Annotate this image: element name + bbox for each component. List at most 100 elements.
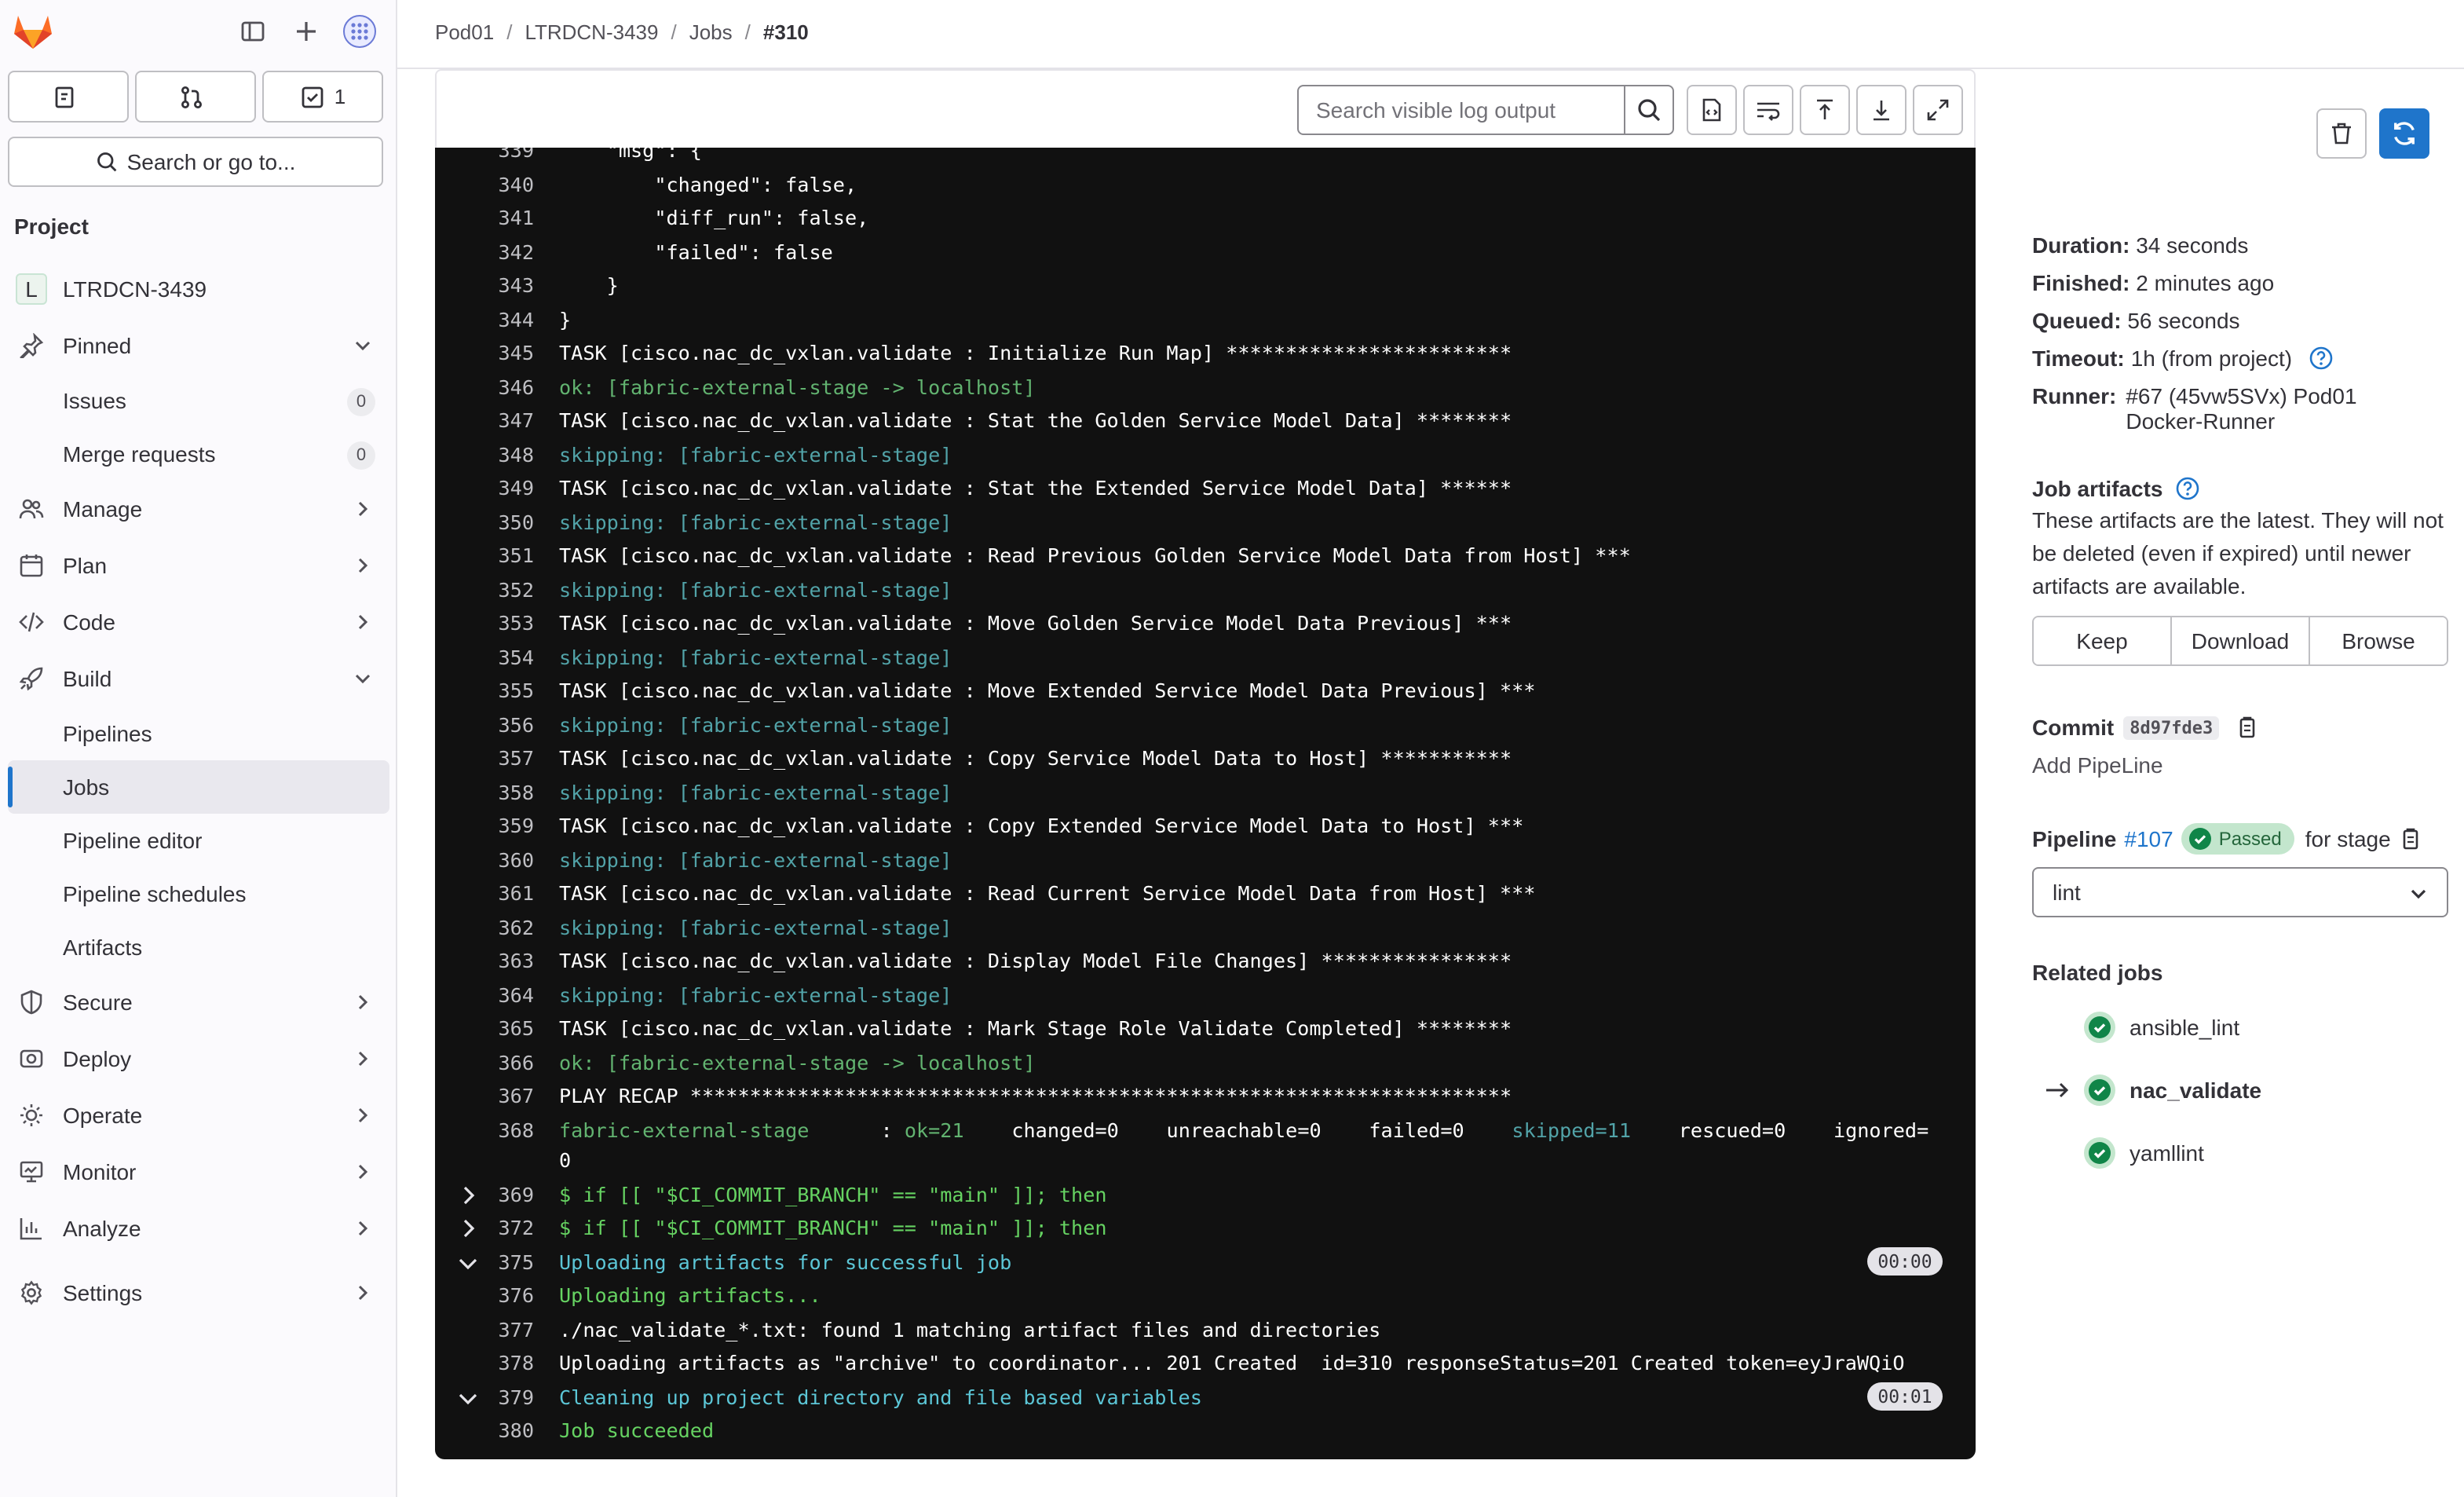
- sidebar-item-pipeline-editor[interactable]: Pipeline editor: [0, 814, 397, 867]
- log-line-number[interactable]: 367: [435, 1085, 535, 1108]
- create-new-icon[interactable]: [287, 13, 325, 50]
- log-line-number[interactable]: 347: [435, 409, 535, 433]
- sidebar-item-deploy[interactable]: Deploy: [0, 1030, 397, 1087]
- log-line-number[interactable]: 350: [435, 511, 535, 534]
- pipeline-link[interactable]: #107: [2124, 826, 2173, 851]
- log-line-number[interactable]: 339: [435, 148, 535, 163]
- scroll-to-bottom-button[interactable]: [1856, 85, 1906, 135]
- log-line-number[interactable]: 366: [435, 1051, 535, 1074]
- log-line-number[interactable]: 349: [435, 477, 535, 500]
- related-job-nac-validate[interactable]: nac_validate: [2082, 1071, 2261, 1109]
- sidebar-item-merge-requests[interactable]: Merge requests 0: [0, 427, 397, 481]
- sidebar-item-issues[interactable]: Issues 0: [0, 374, 397, 427]
- log-line-number[interactable]: 340: [435, 173, 535, 196]
- log-line-number[interactable]: 378: [435, 1352, 535, 1375]
- pipeline-status-badge[interactable]: Passed: [2181, 823, 2294, 855]
- browse-artifacts-button[interactable]: Browse: [2310, 617, 2447, 664]
- log-section-header[interactable]: 375 Uploading artifacts for successful jo…: [435, 1245, 1976, 1279]
- toggle-wrap-button[interactable]: [1743, 85, 1793, 135]
- log-line-number[interactable]: 354: [435, 646, 535, 669]
- log-line-number[interactable]: 357: [435, 747, 535, 770]
- search-or-go-to-button[interactable]: Search or go to...: [8, 137, 383, 187]
- log-line-number[interactable]: 372: [435, 1217, 535, 1240]
- breadcrumb-jobs[interactable]: Jobs: [689, 20, 733, 44]
- sidebar-item-operate[interactable]: Operate: [0, 1087, 397, 1144]
- retry-job-button[interactable]: [2379, 108, 2429, 159]
- log-line-number[interactable]: 352: [435, 578, 535, 602]
- sidebar-item-pinned[interactable]: Pinned: [0, 317, 397, 374]
- scroll-to-top-button[interactable]: [1800, 85, 1850, 135]
- sidebar-item-manage[interactable]: Manage: [0, 481, 397, 537]
- log-line-number[interactable]: 376: [435, 1284, 535, 1308]
- sidebar-item-monitor[interactable]: Monitor: [0, 1144, 397, 1200]
- log-line-number[interactable]: 363: [435, 950, 535, 973]
- log-section-header[interactable]: 369 $ if [[ "$CI_COMMIT_BRANCH" == "main"…: [435, 1177, 1976, 1211]
- sidebar-item-settings[interactable]: Settings: [0, 1265, 397, 1321]
- breadcrumb-group[interactable]: Pod01: [435, 20, 494, 44]
- related-job-yamllint[interactable]: yamllint: [2082, 1134, 2204, 1172]
- download-artifacts-button[interactable]: Download: [2172, 617, 2310, 664]
- sidebar-item-project[interactable]: L LTRDCN-3439: [0, 261, 397, 317]
- sidebar-item-plan[interactable]: Plan: [0, 537, 397, 594]
- sidebar-item-secure[interactable]: Secure: [0, 974, 397, 1030]
- log-line-number[interactable]: 346: [435, 375, 535, 399]
- log-line-text: "diff_run": false,: [559, 206, 869, 230]
- log-line-number[interactable]: 379: [435, 1385, 535, 1409]
- merge-requests-counter-button[interactable]: [135, 71, 256, 123]
- log-line-number[interactable]: 369: [435, 1183, 535, 1206]
- log-line-number[interactable]: 361: [435, 882, 535, 906]
- sidebar-item-build[interactable]: Build: [0, 650, 397, 707]
- log-line-number[interactable]: 345: [435, 342, 535, 365]
- log-line-number[interactable]: 360: [435, 848, 535, 872]
- log-line-number[interactable]: 348: [435, 443, 535, 467]
- log-search-input[interactable]: Search visible log output: [1297, 85, 1625, 135]
- help-icon[interactable]: [2308, 346, 2333, 371]
- sidebar-item-pipelines[interactable]: Pipelines: [0, 707, 397, 760]
- keep-artifacts-button[interactable]: Keep: [2034, 617, 2172, 664]
- show-raw-button[interactable]: [1687, 85, 1737, 135]
- fullscreen-button[interactable]: [1913, 85, 1963, 135]
- sidebar-item-artifacts[interactable]: Artifacts: [0, 921, 397, 974]
- related-job-ansible-lint[interactable]: ansible_lint: [2082, 1008, 2239, 1046]
- log-line-number[interactable]: 344: [435, 308, 535, 331]
- log-line-number[interactable]: 341: [435, 207, 535, 230]
- issues-counter-button[interactable]: [8, 71, 129, 123]
- log-line-number[interactable]: 355: [435, 679, 535, 703]
- log-line-number[interactable]: 353: [435, 612, 535, 635]
- stage-select[interactable]: lint: [2032, 867, 2448, 917]
- user-avatar-icon[interactable]: [341, 13, 378, 50]
- log-line-number[interactable]: 343: [435, 274, 535, 298]
- copy-icon[interactable]: [2235, 715, 2260, 740]
- todos-counter-button[interactable]: 1: [262, 71, 383, 123]
- log-line-number[interactable]: 356: [435, 713, 535, 737]
- commit-sha[interactable]: 8d97fde3: [2123, 716, 2220, 739]
- help-icon[interactable]: [2176, 476, 2201, 501]
- log-line-number[interactable]: 375: [435, 1250, 535, 1274]
- log-line-number[interactable]: 377: [435, 1318, 535, 1341]
- log-search-button[interactable]: [1624, 85, 1674, 135]
- log-section-header[interactable]: 379 Cleaning up project directory and fil…: [435, 1380, 1976, 1414]
- runner-name[interactable]: #67 (45vw5SVx) Pod01: [2126, 383, 2356, 408]
- log-line-number[interactable]: 358: [435, 781, 535, 804]
- gitlab-logo-icon[interactable]: [13, 13, 53, 50]
- log-line-number[interactable]: 365: [435, 1017, 535, 1041]
- sidebar-item-code[interactable]: Code: [0, 594, 397, 650]
- log-line-number[interactable]: 359: [435, 814, 535, 838]
- log-line-number[interactable]: 380: [435, 1419, 535, 1443]
- erase-job-button[interactable]: [2316, 108, 2367, 159]
- breadcrumb-project[interactable]: LTRDCN-3439: [525, 20, 658, 44]
- log-line-number[interactable]: 342: [435, 240, 535, 264]
- commit-message[interactable]: Add PipeLine: [2032, 752, 2163, 778]
- breadcrumb-current-job[interactable]: #310: [763, 20, 809, 44]
- copy-icon[interactable]: [2399, 826, 2424, 851]
- log-line-number[interactable]: 351: [435, 544, 535, 568]
- sidebar-item-pipeline-schedules[interactable]: Pipeline schedules: [0, 867, 397, 921]
- log-line-number[interactable]: 368: [435, 1118, 535, 1142]
- log-line-play-recap: 368 fabric-external-stage : ok=21 changed…: [435, 1113, 1976, 1147]
- sidebar-item-analyze[interactable]: Analyze: [0, 1200, 397, 1257]
- log-section-header[interactable]: 372 $ if [[ "$CI_COMMIT_BRANCH" == "main"…: [435, 1211, 1976, 1245]
- sidebar-item-jobs[interactable]: Jobs: [8, 760, 389, 814]
- log-line-number[interactable]: 364: [435, 983, 535, 1007]
- log-line-number[interactable]: 362: [435, 916, 535, 939]
- sidebar-toggle-icon[interactable]: [234, 13, 272, 50]
